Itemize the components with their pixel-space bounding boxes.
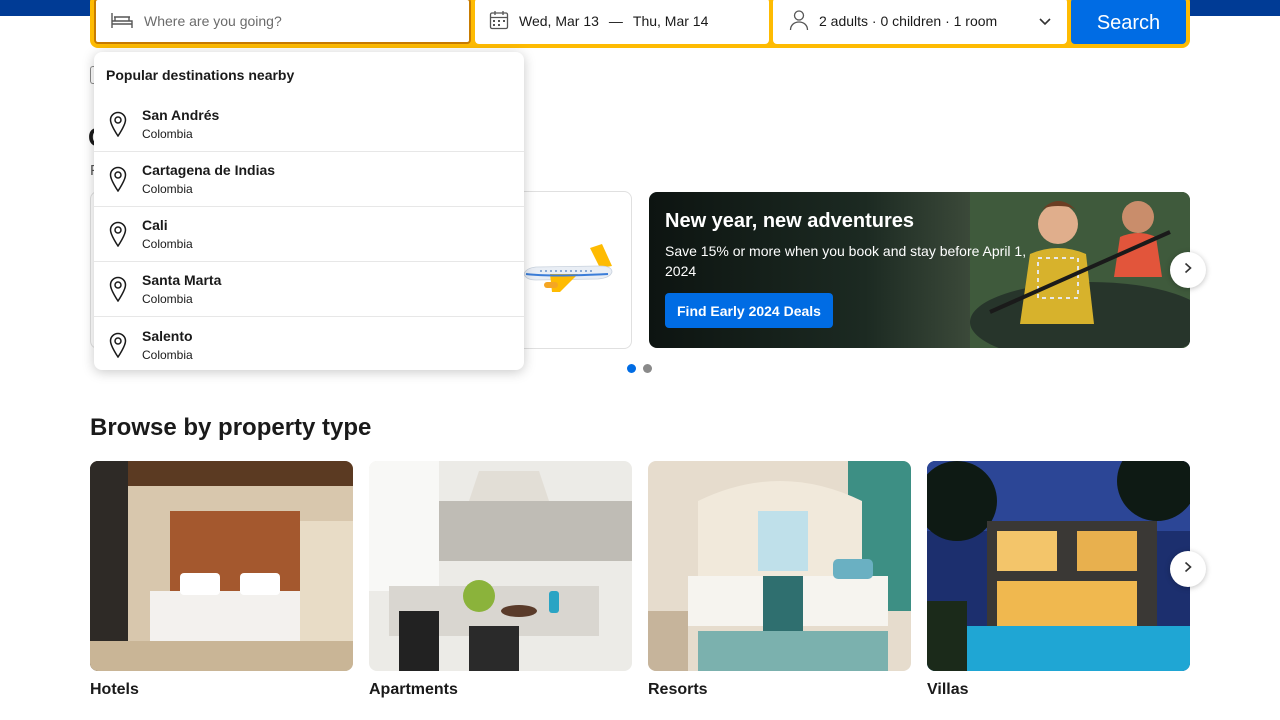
- suggestion-name: Salento: [142, 327, 193, 344]
- property-card-apartments[interactable]: Apartments: [369, 461, 632, 699]
- property-card-hotels[interactable]: Hotels: [90, 461, 353, 699]
- destination-input[interactable]: [144, 13, 444, 29]
- property-types-next-button[interactable]: [1170, 551, 1206, 587]
- dates-field[interactable]: Wed, Mar 13 — Thu, Mar 14: [475, 0, 769, 44]
- suggestion-country: Colombia: [142, 182, 193, 196]
- banner-text: Save 15% or more when you book and stay …: [665, 243, 1027, 279]
- resorts-image: [648, 461, 911, 671]
- carousel-dots: [627, 364, 652, 373]
- location-pin-icon: [106, 110, 130, 138]
- find-deals-button[interactable]: Find Early 2024 Deals: [665, 293, 833, 328]
- suggestion-name: San Andrés: [142, 107, 220, 123]
- villas-image: [927, 461, 1190, 671]
- search-button[interactable]: Search: [1071, 0, 1186, 44]
- dropdown-title: Popular destinations nearby: [106, 67, 295, 83]
- offers-next-button[interactable]: [1170, 252, 1206, 288]
- chevron-right-icon: [1184, 560, 1192, 578]
- guests-field[interactable]: 2 adults · 0 children · 1 room: [773, 0, 1067, 44]
- search-bar: Wed, Mar 13 — Thu, Mar 14 2 adults · 0 c…: [90, 0, 1190, 48]
- property-card-villas[interactable]: Villas: [927, 461, 1190, 699]
- property-label: Villas: [927, 681, 969, 698]
- suggestion-item[interactable]: Salento Colombia: [94, 317, 524, 372]
- property-label: Apartments: [369, 681, 458, 698]
- carousel-dot-2[interactable]: [643, 364, 652, 373]
- destination-field[interactable]: [94, 0, 471, 44]
- chevron-down-icon[interactable]: [1039, 13, 1051, 29]
- suggestion-item[interactable]: Cali Colombia: [94, 207, 524, 262]
- location-pin-icon: [106, 165, 130, 193]
- property-label: Hotels: [90, 681, 139, 698]
- suggestion-country: Colombia: [142, 237, 193, 251]
- suggestion-name: Cali: [142, 217, 168, 233]
- suggestion-item[interactable]: Cartagena de Indias Colombia: [94, 152, 524, 207]
- airplane-illustration: [520, 244, 616, 301]
- apartments-image: [369, 461, 632, 671]
- bed-icon: [110, 10, 134, 33]
- checkin-date[interactable]: Wed, Mar 13: [519, 13, 599, 29]
- suggestion-country: Colombia: [142, 127, 193, 141]
- new-year-offer-banner: New year, new adventures Save 15% or mor…: [649, 192, 1190, 348]
- location-pin-icon: [106, 331, 130, 359]
- guests-summary: 2 adults · 0 children · 1 room: [819, 13, 998, 29]
- suggestion-item[interactable]: San Andrés Colombia: [94, 97, 524, 152]
- calendar-icon: [489, 10, 509, 33]
- suggestion-item[interactable]: Santa Marta Colombia: [94, 262, 524, 317]
- checkout-date[interactable]: Thu, Mar 14: [633, 13, 708, 29]
- chevron-right-icon: [1184, 261, 1192, 279]
- suggestion-country: Colombia: [142, 292, 193, 306]
- suggestion-name: Cartagena de Indias: [142, 162, 276, 178]
- hotels-image: [90, 461, 353, 671]
- property-card-resorts[interactable]: Resorts: [648, 461, 911, 699]
- carousel-dot-1[interactable]: [627, 364, 636, 373]
- property-label: Resorts: [648, 681, 708, 698]
- suggestion-country: Colombia: [142, 347, 193, 362]
- person-icon: [789, 9, 809, 34]
- location-pin-icon: [106, 275, 130, 303]
- banner-title: New year, new adventures: [665, 210, 915, 232]
- destination-suggestions-dropdown: Popular destinations nearby San Andrés Co…: [94, 52, 524, 370]
- location-pin-icon: [106, 220, 130, 248]
- suggestion-name: Santa Marta: [142, 272, 222, 288]
- date-separator: —: [608, 13, 623, 29]
- property-types-title: Browse by property type: [90, 414, 372, 441]
